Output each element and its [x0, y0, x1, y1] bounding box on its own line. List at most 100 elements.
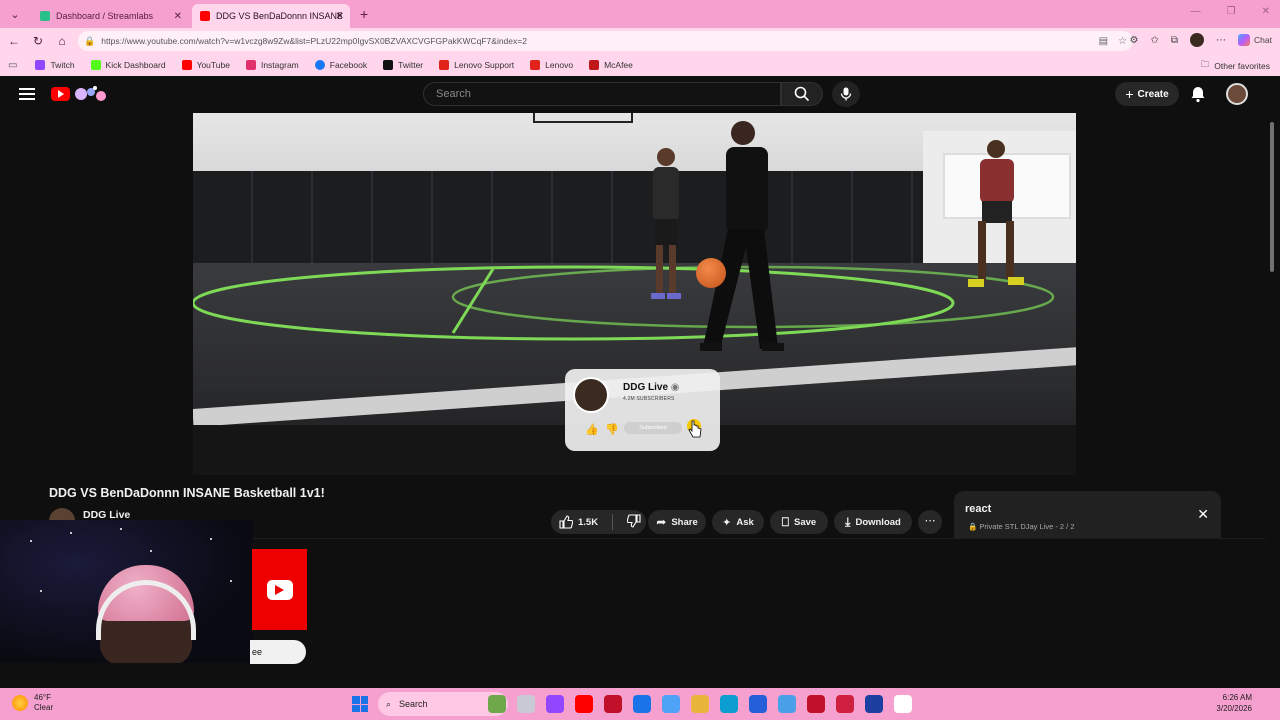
taskbar-app-icon[interactable] — [749, 695, 767, 713]
account-avatar[interactable] — [1226, 83, 1248, 105]
share-button[interactable]: ➦ Share — [648, 510, 706, 534]
bookmark-lenovo-support[interactable]: Lenovo Support — [439, 60, 514, 70]
taskbar-app-icon[interactable] — [865, 695, 883, 713]
taskbar-app-icon[interactable] — [517, 695, 535, 713]
taskbar-app-icon[interactable] — [604, 695, 622, 713]
webcam-overlay — [0, 520, 253, 663]
bookmark-facebook[interactable]: Facebook — [314, 60, 367, 70]
reading-list-icon[interactable]: ▭ — [8, 60, 17, 71]
bookmark-twitter[interactable]: Twitter — [383, 60, 423, 70]
refresh-icon[interactable]: ↻ — [26, 34, 50, 48]
video-scene-hoop — [533, 113, 633, 123]
save-button[interactable]: ⎕ Save — [770, 510, 828, 534]
reader-mode-icon[interactable]: ▤ — [1099, 36, 1108, 47]
overlay-subscriber-count: 4.2M SUBSCRIBERS — [623, 396, 675, 402]
youtube-icon — [181, 60, 192, 70]
system-clock[interactable]: 6:26 AM 3/20/2026 — [1216, 692, 1252, 714]
taskbar-app-icon[interactable] — [633, 695, 651, 713]
bookmark-youtube[interactable]: YouTube — [181, 60, 230, 70]
dislike-button[interactable] — [626, 513, 641, 531]
overlay-like-icon: 👍 — [585, 424, 599, 436]
voice-search-button[interactable] — [832, 81, 860, 107]
bookmark-twitch[interactable]: Twitch — [35, 60, 75, 70]
bookmark-instagram[interactable]: Instagram — [245, 60, 299, 70]
ask-button[interactable]: ✦ Ask — [712, 510, 764, 534]
browser-tab-youtube[interactable]: DDG VS BenDaDonnn INSANE Ba ✕ — [192, 4, 350, 28]
taskbar-app-icon[interactable] — [836, 695, 854, 713]
weather-sun-icon — [12, 695, 28, 711]
bookmark-label: Lenovo Support — [454, 60, 515, 70]
windows-start-icon[interactable] — [352, 696, 368, 712]
extensions-icon[interactable]: ⚙ — [1130, 35, 1139, 46]
bookmark-kick[interactable]: Kick Dashboard — [90, 60, 166, 70]
close-tab-icon[interactable]: ✕ — [336, 11, 344, 22]
taskbar-app-icon[interactable] — [575, 695, 593, 713]
other-favorites-label: Other favorites — [1214, 61, 1270, 71]
share-icon: ➦ — [656, 515, 667, 529]
youtube-doodle-icon[interactable] — [73, 84, 109, 104]
clock-date: 3/20/2026 — [1216, 704, 1252, 713]
copilot-icon — [1238, 34, 1251, 46]
tab-title: DDG VS BenDaDonnn INSANE Ba — [216, 11, 342, 21]
taskbar-app-icon[interactable] — [546, 695, 564, 713]
tab-actions-menu-icon[interactable]: ⌄ — [4, 4, 26, 24]
create-button[interactable]: + Create — [1115, 82, 1179, 106]
close-playlist-icon[interactable]: ✕ — [1197, 506, 1209, 523]
bookmark-label: Kick Dashboard — [105, 60, 166, 70]
search-button[interactable] — [781, 82, 823, 106]
collections-icon[interactable]: ⧉ — [1171, 35, 1178, 46]
taskbar-app-icon[interactable] — [691, 695, 709, 713]
subscribe-overlay-card: DDG Live ◉ 4.2M SUBSCRIBERS 👍 👎 Subscrib… — [565, 369, 720, 451]
partially-hidden-button[interactable]: ee — [250, 640, 306, 664]
overlay-channel-name: DDG Live ◉ — [623, 382, 680, 393]
weather-widget[interactable]: 46°F Clear — [12, 693, 53, 713]
search-input[interactable]: Search — [423, 82, 781, 106]
minimize-icon[interactable]: — — [1191, 6, 1201, 17]
taskbar-app-icon[interactable] — [778, 695, 796, 713]
overlay-channel-avatar — [573, 377, 609, 413]
taskbar-app-icon[interactable] — [894, 695, 912, 713]
browser-tab-bar: ⌄ Dashboard / Streamlabs ✕ DDG VS BenDaD… — [0, 0, 1280, 28]
taskbar-app-icon[interactable] — [807, 695, 825, 713]
clock-time: 6:26 AM — [1222, 693, 1252, 702]
scrollbar-thumb[interactable] — [1270, 122, 1274, 272]
close-window-icon[interactable]: ✕ — [1262, 6, 1270, 17]
video-player[interactable]: DDG Live ◉ 4.2M SUBSCRIBERS 👍 👎 Subscrib… — [193, 113, 1076, 475]
restore-icon[interactable]: ❐ — [1227, 6, 1236, 17]
more-menu-icon[interactable]: ⋯ — [1216, 35, 1226, 46]
video-scene-basketball — [696, 258, 726, 288]
close-tab-icon[interactable]: ✕ — [174, 11, 182, 22]
bookmark-lenovo[interactable]: Lenovo — [530, 60, 573, 70]
lenovo-icon — [439, 60, 450, 70]
address-bar[interactable]: 🔒 https://www.youtube.com/watch?v=w1vczg… — [78, 31, 1133, 51]
taskbar-app-icon[interactable] — [662, 695, 680, 713]
favorite-star-icon[interactable]: ☆ — [1118, 36, 1127, 47]
other-favorites[interactable]: 🗀 Other favorites — [1201, 59, 1270, 73]
menu-icon[interactable] — [19, 88, 35, 100]
back-icon[interactable]: ← — [2, 34, 26, 48]
home-icon[interactable]: ⌂ — [50, 34, 74, 48]
description-area — [250, 538, 1266, 673]
more-actions-icon[interactable]: ⋯ — [918, 510, 942, 534]
video-scene-player-right — [968, 140, 1024, 287]
favorites-icon[interactable]: ✩ — [1151, 35, 1159, 46]
ask-label: Ask — [736, 516, 754, 528]
browser-tab-streamlabs[interactable]: Dashboard / Streamlabs ✕ — [32, 4, 188, 28]
youtube-logo[interactable] — [51, 87, 70, 101]
folder-icon: 🗀 — [1200, 59, 1210, 69]
page-scrollbar[interactable] — [1268, 114, 1276, 684]
mcafee-icon — [589, 60, 600, 70]
bookmark-mcafee[interactable]: McAfee — [589, 60, 633, 70]
profile-avatar[interactable] — [1190, 33, 1205, 47]
notifications-bell-icon[interactable] — [1189, 85, 1207, 103]
instagram-icon — [245, 60, 256, 70]
address-toolbar: ← ↻ ⌂ 🔒 https://www.youtube.com/watch?v=… — [0, 28, 1280, 54]
taskbar-app-icon[interactable] — [488, 695, 506, 713]
playlist-title[interactable]: react — [965, 503, 991, 515]
taskbar-app-icon[interactable] — [720, 695, 738, 713]
new-tab-icon[interactable]: + — [360, 6, 368, 22]
like-button[interactable]: 1.5K — [559, 515, 598, 529]
download-button[interactable]: ⤓ Download — [834, 510, 912, 534]
copilot-chat-button[interactable]: Chat — [1238, 34, 1272, 46]
chat-label: Chat — [1254, 35, 1272, 45]
